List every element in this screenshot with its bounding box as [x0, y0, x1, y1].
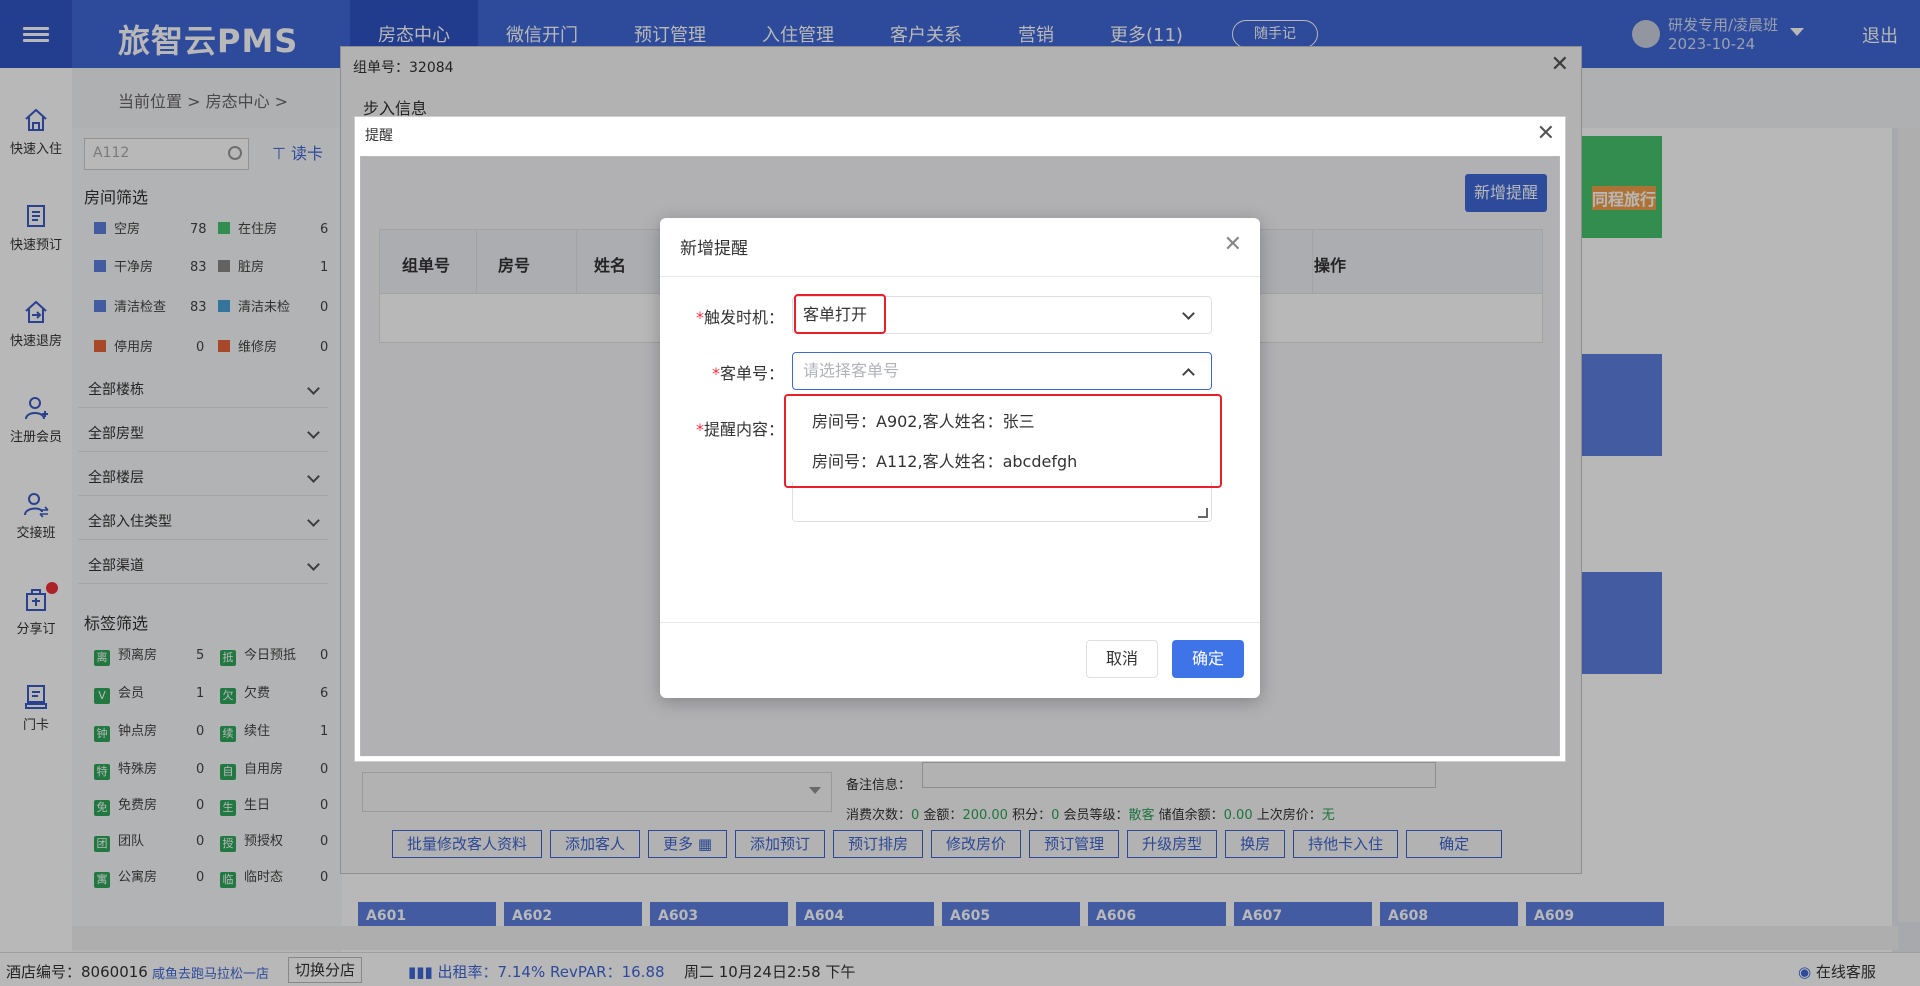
close-icon[interactable]: ✕ — [1537, 121, 1555, 146]
trigger-highlight — [794, 294, 886, 334]
order-placeholder: 请选择客单号 — [803, 361, 900, 380]
trigger-label-text: 触发时机： — [703, 308, 784, 327]
chevron-down-icon — [1182, 307, 1195, 320]
divider — [660, 276, 1260, 277]
reminder-content-input[interactable] — [792, 482, 1212, 522]
chevron-up-icon — [1182, 368, 1195, 381]
ok-button[interactable]: 确定 — [1172, 640, 1244, 678]
content-label-text: 提醒内容： — [703, 420, 784, 439]
required-mark: * — [695, 308, 704, 327]
order-label-text: 客单号： — [719, 364, 784, 383]
order-select[interactable]: 请选择客单号 — [792, 352, 1212, 390]
required-mark: * — [711, 364, 720, 383]
new-reminder-modal: 新增提醒 ✕ *触发时机： 客单打开 *客单号： 请选择客单号 *提醒内容： 房… — [660, 218, 1260, 698]
modal-title: 新增提醒 — [680, 239, 748, 259]
divider — [660, 622, 1260, 623]
content-label: *提醒内容： — [664, 416, 784, 440]
dropdown-highlight — [784, 394, 1222, 488]
required-mark: * — [695, 420, 704, 439]
cancel-button[interactable]: 取消 — [1086, 640, 1158, 678]
resize-handle-icon[interactable] — [1198, 508, 1208, 518]
close-icon[interactable]: ✕ — [1224, 232, 1242, 257]
dialog-title: 提醒 — [365, 128, 393, 144]
trigger-label: *触发时机： — [664, 304, 784, 328]
order-label: *客单号： — [664, 360, 784, 384]
